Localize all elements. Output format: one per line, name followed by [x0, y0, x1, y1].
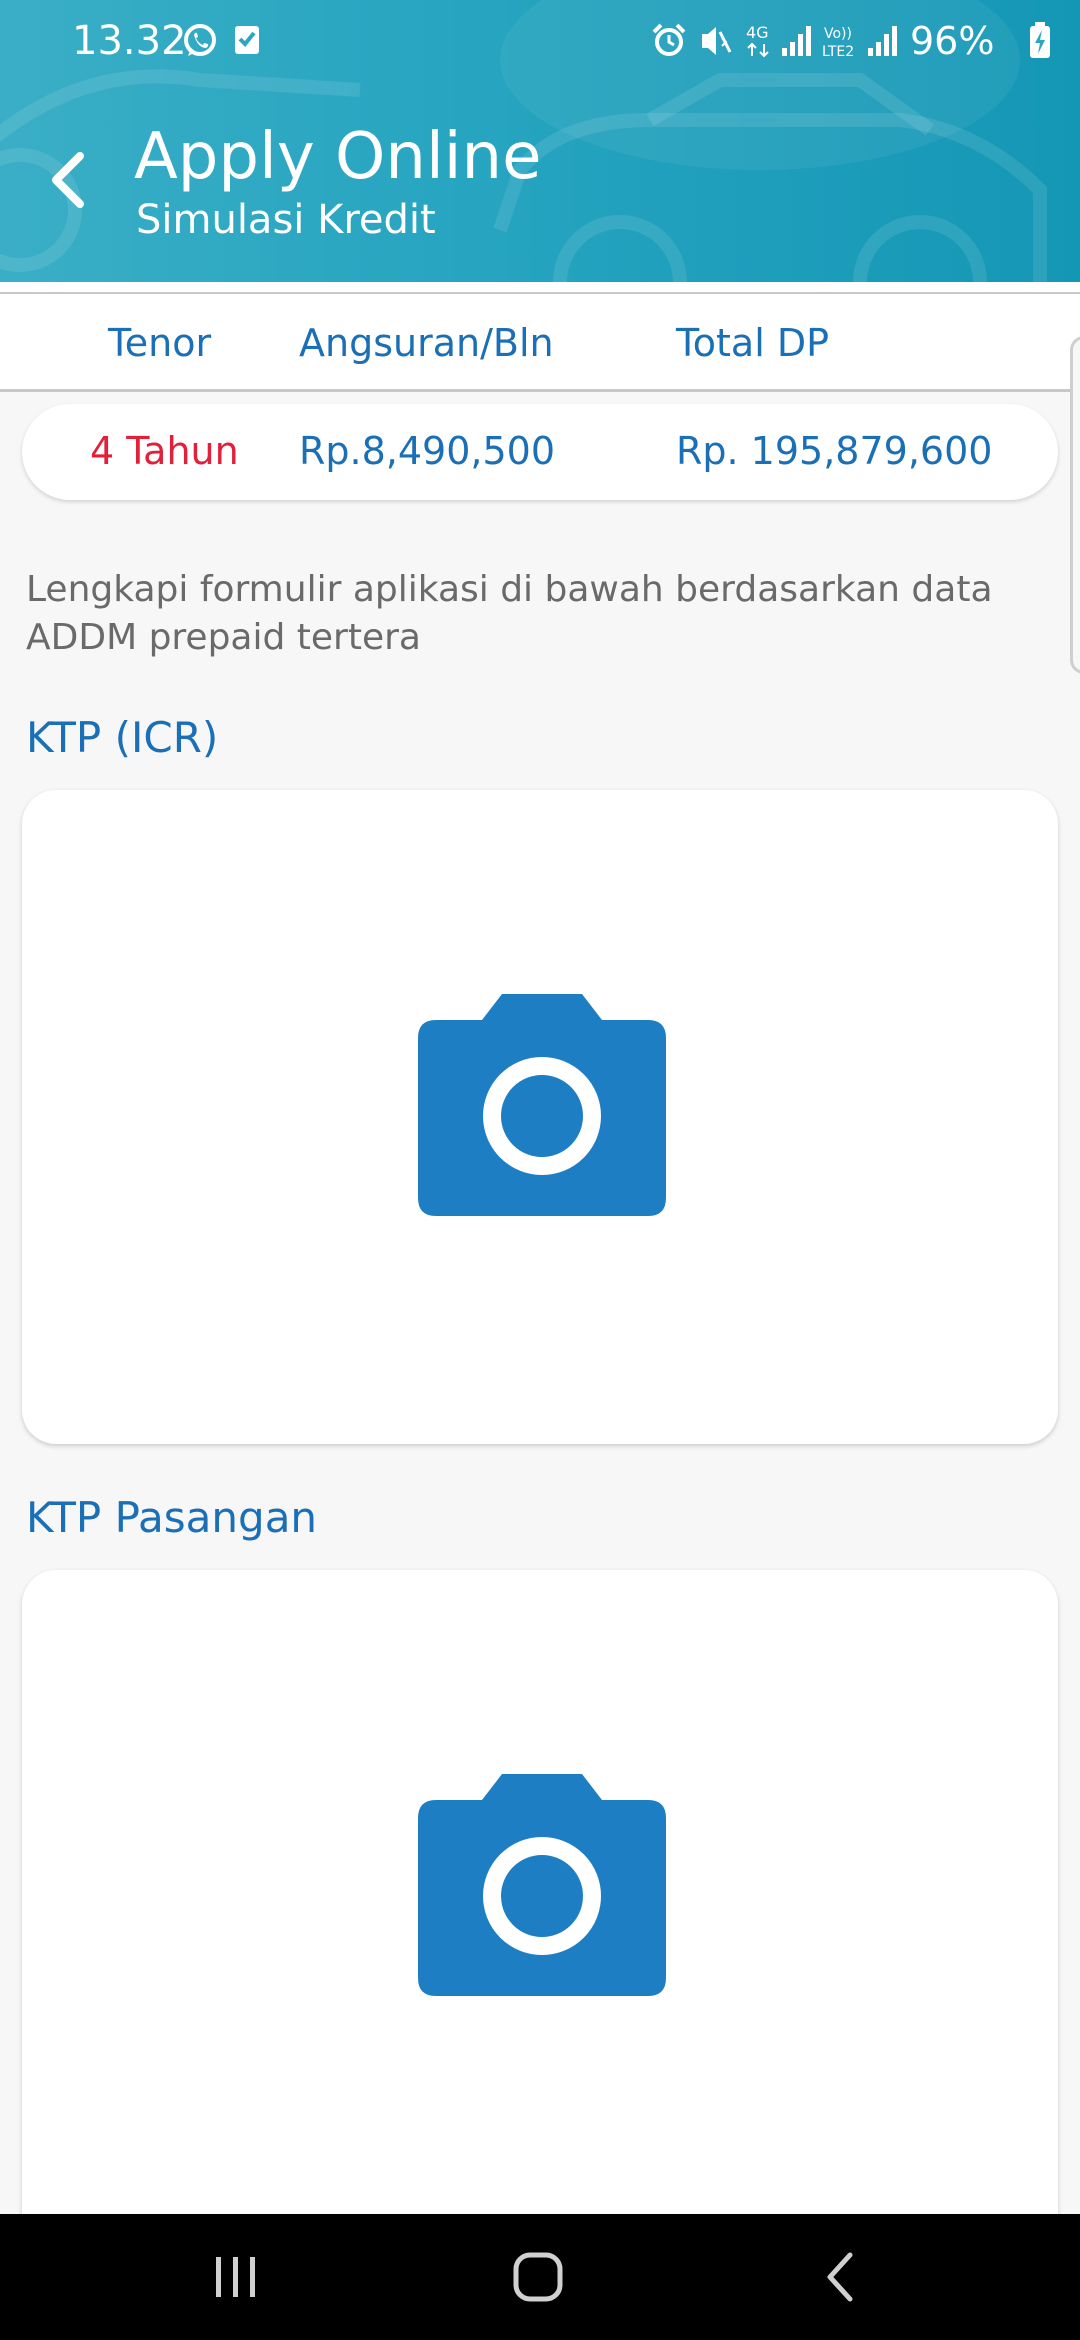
ktp-pasangan-section-title: KTP Pasangan	[26, 1493, 318, 1542]
system-back-button[interactable]	[770, 2214, 910, 2340]
form-instruction-text: Lengkapi formulir aplikasi di bawah berd…	[26, 569, 993, 658]
svg-text:4G: 4G	[746, 23, 769, 42]
angsuran-label: Angsuran/Bln	[299, 321, 554, 365]
vibrate-mute-icon	[702, 27, 732, 55]
signal-icon	[868, 26, 897, 56]
credit-summary-values: 4 Tahun Rp.8,490,500 Rp. 195,879,600	[22, 404, 1058, 500]
tenor-label: Tenor	[108, 321, 212, 365]
back-icon	[827, 2252, 853, 2302]
app-header: 13.32 4G Vo)) LTE2 96% Apply Online Simu…	[0, 0, 1080, 282]
recent-apps-icon	[216, 2257, 255, 2297]
tenor-value: 4 Tahun	[90, 429, 239, 473]
side-scroll-handle[interactable]	[1070, 336, 1080, 674]
total-dp-value: Rp. 195,879,600	[676, 429, 993, 473]
total-dp-label: Total DP	[676, 321, 830, 365]
ktp-pasangan-upload-card[interactable]	[22, 1570, 1058, 2270]
status-time: 13.32	[72, 18, 187, 64]
ktp-icr-upload-card[interactable]	[22, 790, 1058, 1444]
system-navigation-bar	[0, 2214, 1080, 2340]
checkbox-notification-icon	[235, 26, 259, 54]
recent-apps-button[interactable]	[166, 2214, 306, 2340]
svg-text:LTE2: LTE2	[822, 44, 854, 60]
battery-charging-icon	[1030, 22, 1050, 58]
home-icon	[513, 2252, 563, 2302]
signal-icon	[782, 26, 811, 56]
page-subtitle: Simulasi Kredit	[136, 197, 436, 243]
whatsapp-icon	[184, 24, 216, 56]
back-button[interactable]	[36, 140, 100, 220]
home-button[interactable]	[468, 2214, 608, 2340]
angsuran-value: Rp.8,490,500	[299, 429, 555, 473]
status-bar: 13.32 4G Vo)) LTE2 96%	[0, 0, 1080, 82]
header-divider	[0, 282, 1080, 294]
chevron-left-icon	[52, 152, 84, 208]
credit-summary-header: Tenor Angsuran/Bln Total DP	[0, 294, 1080, 392]
svg-text:Vo)): Vo))	[824, 26, 852, 42]
volte-lte2-icon: Vo)) LTE2	[822, 26, 854, 60]
camera-icon	[418, 1774, 666, 1996]
battery-percentage: 96%	[910, 19, 995, 63]
4g-data-icon: 4G	[746, 23, 769, 58]
page-title: Apply Online	[134, 120, 542, 194]
camera-icon	[418, 994, 666, 1216]
ktp-icr-section-title: KTP (ICR)	[26, 713, 219, 762]
screen: 13.32 4G Vo)) LTE2 96% Apply Online Simu…	[0, 0, 1080, 2340]
alarm-icon	[652, 23, 686, 56]
